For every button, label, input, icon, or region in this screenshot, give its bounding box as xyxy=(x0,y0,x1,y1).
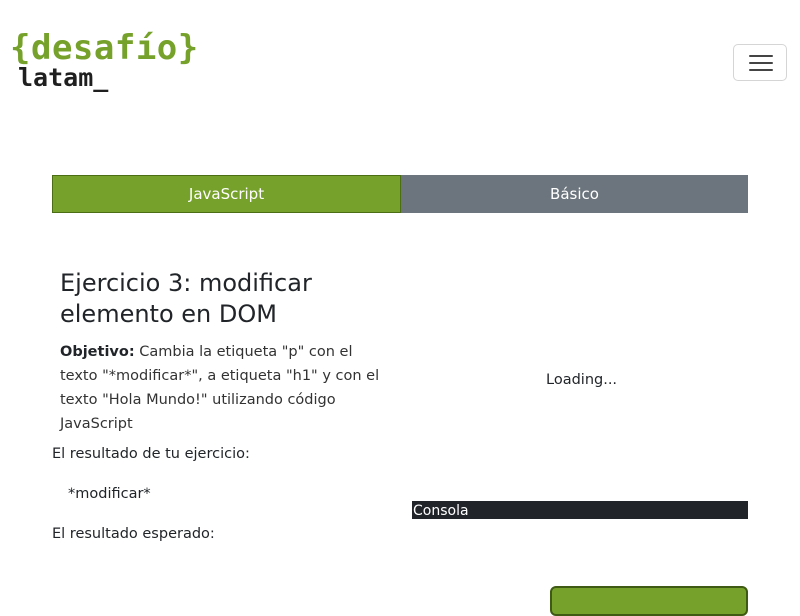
console-header: Consola xyxy=(412,501,748,519)
expected-result-label: El resultado esperado: xyxy=(52,526,215,542)
hamburger-menu-button[interactable] xyxy=(733,44,787,81)
objective-label: Objetivo: xyxy=(60,344,135,360)
result-label: El resultado de tu ejercicio: xyxy=(52,446,250,462)
exercise-objective: Objetivo: Cambia la etiqueta "p" con el … xyxy=(60,340,390,436)
category-tabs: JavaScript Básico xyxy=(52,175,748,213)
tab-basico[interactable]: Básico xyxy=(401,175,748,213)
editor-loading-text: Loading... xyxy=(546,372,618,388)
tab-javascript[interactable]: JavaScript xyxy=(52,175,401,213)
desafio-latam-logo[interactable]: {desafío} latam_ xyxy=(10,26,199,90)
run-button[interactable] xyxy=(550,586,748,616)
exercise-title: Ejercicio 3: modificar elemento en DOM xyxy=(60,269,312,328)
result-value: *modificar* xyxy=(68,486,151,502)
